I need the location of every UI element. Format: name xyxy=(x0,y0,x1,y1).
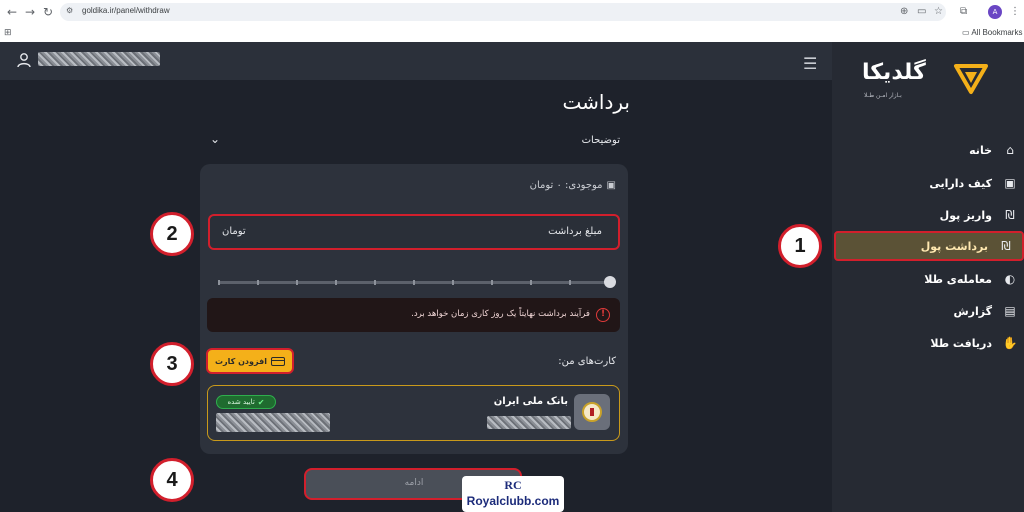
check-icon: ✔ xyxy=(257,397,265,407)
extensions-icon[interactable]: ⧉ xyxy=(960,5,967,19)
balance-text: موجودی: ۰ تومان xyxy=(529,180,603,191)
user-name-redacted xyxy=(38,52,160,66)
step-marker-1: 1 xyxy=(778,224,822,268)
amount-slider-thumb[interactable] xyxy=(604,276,616,288)
report-icon: ▤ xyxy=(1004,304,1016,318)
back-icon[interactable]: ← xyxy=(4,4,20,20)
forward-icon[interactable]: → xyxy=(22,4,38,20)
amount-placeholder: مبلغ برداشت xyxy=(548,226,602,237)
sidebar-item-report[interactable]: ▤ گزارش xyxy=(840,300,1020,322)
slider-tick xyxy=(296,280,298,285)
hamburger-menu-icon[interactable]: ☰ xyxy=(803,54,817,73)
slider-tick xyxy=(530,280,532,285)
watermark: RC Royalclubb.com xyxy=(462,476,564,512)
sidebar-item-label: برداشت پول xyxy=(920,239,988,253)
sidebar-item-deposit[interactable]: ₪ واریز پول xyxy=(840,204,1020,226)
amount-slider-track[interactable] xyxy=(218,280,610,285)
verified-badge: ✔ تایید شده xyxy=(216,395,276,409)
slider-tick xyxy=(569,280,571,285)
url-text[interactable]: goldika.ir/panel/withdraw xyxy=(82,6,170,15)
credit-card-icon xyxy=(270,356,285,366)
slider-tick xyxy=(374,280,376,285)
user-icon[interactable] xyxy=(16,52,32,68)
step-marker-3: 3 xyxy=(150,342,194,386)
chevron-down-icon[interactable]: ⌄ xyxy=(210,132,220,146)
description-label: توضیحات xyxy=(581,135,620,146)
my-cards-title: کارت‌های من: xyxy=(558,356,616,367)
card-number-redacted xyxy=(487,416,571,429)
zoom-icon[interactable]: ⊕ xyxy=(900,5,908,19)
sidebar-item-label: گزارش xyxy=(953,304,992,318)
step-marker-4: 4 xyxy=(150,458,194,502)
sidebar-item-label: کیف دارایی xyxy=(929,176,992,190)
sidebar-item-home[interactable]: ⌂ خانه xyxy=(840,139,1020,161)
sidebar-item-label: دریافت طلا xyxy=(930,336,992,350)
withdraw-amount-input[interactable]: مبلغ برداشت تومان xyxy=(208,214,620,250)
verified-label: تایید شده xyxy=(227,398,255,406)
page-title: برداشت xyxy=(562,90,630,114)
profile-avatar[interactable]: A xyxy=(988,5,1002,19)
sidebar-item-wallet[interactable]: ▣ کیف دارایی xyxy=(840,172,1020,194)
money-bag-icon: ₪ xyxy=(1001,239,1011,253)
bookmarks-bar: ⊞ ▭ All Bookmarks xyxy=(0,24,1024,42)
add-card-label: افزودن کارت xyxy=(215,356,267,366)
description-accordion[interactable]: توضیحات ⌄ xyxy=(210,132,620,152)
logo-subtitle: بـازار امـن طـلا xyxy=(864,92,902,99)
browser-chrome: ← → ↻ ⚙ goldika.ir/panel/withdraw ⊕ ▭ ☆ … xyxy=(0,0,1024,42)
reload-icon[interactable]: ↻ xyxy=(40,4,56,20)
site-info-icon[interactable]: ⚙ xyxy=(66,6,73,15)
add-card-button[interactable]: افزودن کارت xyxy=(206,348,294,374)
watermark-logo: RC xyxy=(504,478,522,492)
exchange-icon: ◐ xyxy=(1004,272,1016,286)
home-icon: ⌂ xyxy=(1006,143,1014,157)
balance-row: ▣ موجودی: ۰ تومان xyxy=(470,180,616,191)
slider-tick xyxy=(218,280,220,285)
step-marker-2: 2 xyxy=(150,212,194,256)
address-bar[interactable] xyxy=(60,3,946,21)
receive-hand-icon: ✋ xyxy=(1002,336,1018,350)
money-bag-icon: ₪ xyxy=(1005,208,1015,222)
slider-tick xyxy=(335,280,337,285)
sidebar-item-receive-gold[interactable]: ✋ دریافت طلا xyxy=(840,332,1020,354)
cast-icon[interactable]: ▭ xyxy=(917,5,926,19)
sidebar-item-withdraw[interactable]: ₪ برداشت پول xyxy=(834,231,1024,261)
sidebar-item-gold-trade[interactable]: ◐ معامله‌ی طلا xyxy=(840,268,1020,290)
top-bar xyxy=(0,42,832,80)
alert-text: فرآیند برداشت نهایتاً یک روز کاری زمان خ… xyxy=(411,309,590,319)
watermark-text: Royalclubb.com xyxy=(466,494,560,508)
logo-text: گلدیکا xyxy=(862,60,926,85)
sheba-number-redacted xyxy=(216,413,330,432)
sidebar-item-label: معامله‌ی طلا xyxy=(924,272,992,286)
all-bookmarks-label: All Bookmarks xyxy=(971,28,1023,37)
slider-tick xyxy=(413,280,415,285)
slider-tick xyxy=(452,280,454,285)
slider-tick xyxy=(257,280,259,285)
bank-melli-logo-icon xyxy=(574,394,610,430)
wallet-icon: ▣ xyxy=(606,180,616,191)
goldika-logo-icon xyxy=(954,64,988,94)
sidebar-item-label: واریز پول xyxy=(939,208,992,222)
alert-icon: ! xyxy=(596,308,610,322)
browser-menu-icon[interactable]: ⋮ xyxy=(1010,5,1020,19)
bank-name: بانک ملی ایران xyxy=(493,396,568,407)
amount-unit: تومان xyxy=(222,226,246,237)
slider-tick xyxy=(491,280,493,285)
browser-toolbar: ← → ↻ ⚙ goldika.ir/panel/withdraw ⊕ ▭ ☆ … xyxy=(0,0,1024,24)
sidebar-item-label: خانه xyxy=(969,143,992,157)
all-bookmarks-folder[interactable]: ▭ All Bookmarks xyxy=(962,28,1022,37)
bookmark-star-icon[interactable]: ☆ xyxy=(934,5,943,19)
apps-grid-icon[interactable]: ⊞ xyxy=(4,28,12,38)
wallet-icon: ▣ xyxy=(1004,176,1016,190)
